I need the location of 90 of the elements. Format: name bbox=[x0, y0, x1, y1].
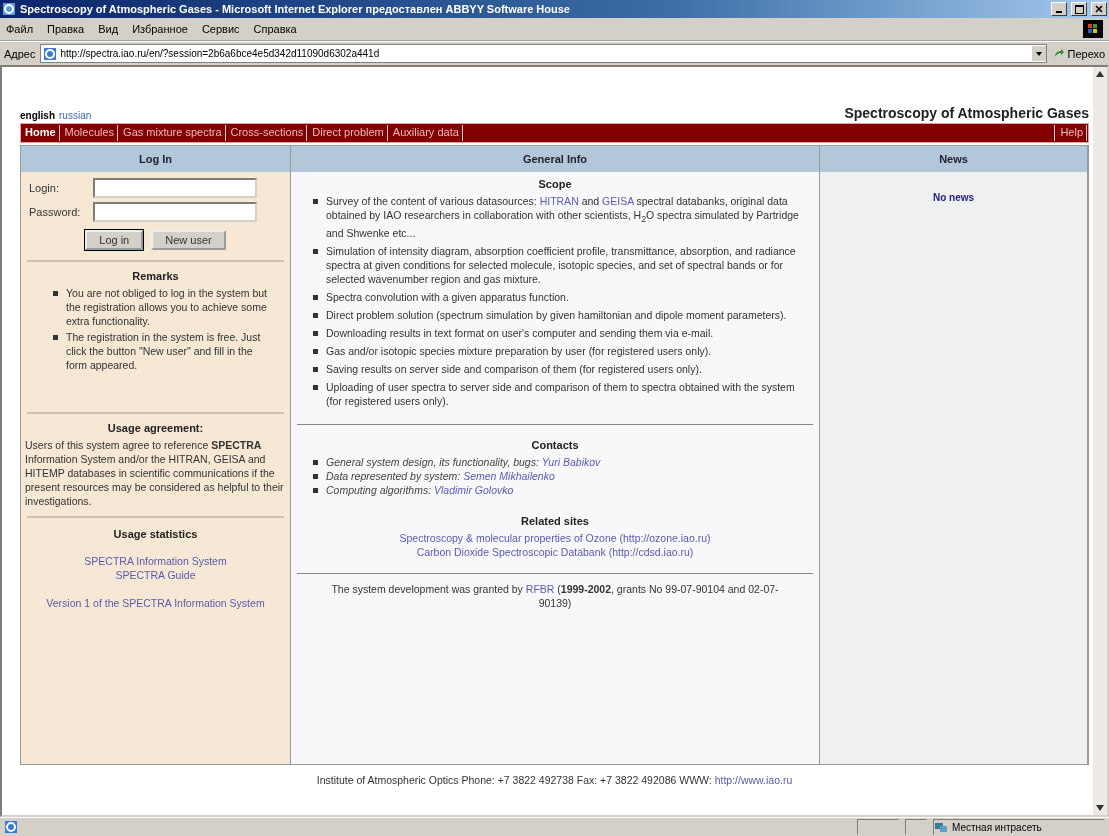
bullet-icon bbox=[313, 474, 318, 480]
contact-link[interactable]: Vladimir Golovko bbox=[433, 484, 514, 497]
address-label: Адрес bbox=[4, 47, 36, 60]
section-title: Related sites bbox=[521, 515, 589, 528]
form-button[interactable]: New user bbox=[151, 230, 226, 250]
link[interactable]: GEISA bbox=[602, 195, 634, 207]
contact-item: General system design, its functionality, bugs: Yuri Babikov bbox=[326, 455, 601, 470]
contact-item: Data represented by system: Semen Mikhailenko bbox=[326, 469, 555, 484]
bullet-icon bbox=[313, 199, 318, 204]
windows-logo-icon bbox=[1083, 20, 1103, 38]
link[interactable]: http://www.iao.ru bbox=[714, 774, 793, 786]
remark-item: The registration in the system is free. Just click the button "New user" and fill in the form appeared. bbox=[66, 330, 262, 372]
bullet-icon bbox=[313, 488, 318, 494]
language-link[interactable]: english bbox=[20, 110, 55, 121]
grant-text: The system development was granted by RFBR (1999-2002, grants No 99-07-90104 and 02-07-90139) bbox=[330, 582, 780, 611]
scope-item: Gas and/or isotopic species mixture preparation by user (for registered users only). bbox=[326, 344, 712, 359]
nav-tab[interactable]: Auxiliary data bbox=[389, 125, 463, 141]
menu-item[interactable]: Правка bbox=[47, 23, 85, 35]
section-title: Usage statistics bbox=[113, 528, 198, 540]
section-title: Usage agreement: bbox=[107, 422, 204, 434]
bullet-icon bbox=[313, 385, 318, 391]
bullet-icon bbox=[53, 291, 58, 296]
input-field[interactable] bbox=[93, 178, 257, 198]
column-header: Log In bbox=[21, 146, 290, 172]
scroll-up-icon[interactable] bbox=[1096, 71, 1104, 77]
bullet-icon bbox=[313, 249, 318, 255]
status-zone: Местная интрасеть bbox=[933, 819, 1105, 835]
nav-tab[interactable]: Gas mixture spectra bbox=[120, 125, 226, 141]
field-label: Login: bbox=[29, 182, 60, 194]
statistics-link[interactable]: Version 1 of the SPECTRA Information System bbox=[46, 596, 265, 610]
contact-link[interactable]: Yuri Babikov bbox=[541, 456, 601, 469]
scope-item: Saving results on server side and comparison of them (for registered users only). bbox=[326, 362, 702, 377]
menu-item[interactable]: Файл bbox=[6, 23, 34, 35]
bullet-icon bbox=[53, 335, 58, 340]
help-link[interactable]: Help bbox=[1057, 125, 1087, 141]
scope-item: Direct problem solution (spectrum simulation by given hamiltonian and dipole moment parameters). bbox=[326, 308, 787, 323]
scope-item: Spectra convolution with a given apparatus function. bbox=[326, 290, 569, 305]
bullet-icon bbox=[313, 331, 318, 337]
nav-tab[interactable]: Cross-sections bbox=[227, 125, 308, 141]
network-icon bbox=[934, 821, 948, 833]
go-button[interactable]: Перехо bbox=[1051, 47, 1105, 60]
language-link[interactable]: russian bbox=[59, 110, 92, 121]
nav-tab[interactable]: Direct problem bbox=[309, 125, 388, 141]
menu-item[interactable]: Избранное bbox=[132, 23, 188, 35]
scroll-down-icon[interactable] bbox=[1096, 805, 1104, 811]
link[interactable]: RFBR bbox=[525, 583, 555, 596]
bullet-icon bbox=[313, 313, 318, 319]
news-text: No news bbox=[932, 192, 975, 203]
related-site-link[interactable]: Carbon Dioxide Spectroscopic Databank (http://cdsd.iao.ru) bbox=[416, 545, 694, 560]
section-title: Remarks bbox=[132, 270, 179, 282]
form-button[interactable]: Log in bbox=[85, 230, 144, 250]
scope-item: Simulation of intensity diagram, absorption coefficient profile, transmittance, absorption, and radiance spectra at given conditions for selected molecule, isotopic species, and set of spectral bands or for selected wavenumber region and gas mixture. bbox=[326, 244, 797, 287]
maximize-icon bbox=[1074, 4, 1084, 14]
field-label: Password: bbox=[29, 206, 82, 218]
link[interactable]: HITRAN bbox=[539, 195, 579, 207]
bullet-icon bbox=[313, 349, 318, 355]
bullet-icon bbox=[313, 367, 318, 373]
column-header: General Info bbox=[291, 146, 819, 172]
menu-item[interactable]: Справка bbox=[253, 23, 297, 35]
minimize-button[interactable] bbox=[1051, 2, 1067, 16]
page-icon bbox=[42, 46, 57, 61]
maximize-button[interactable] bbox=[1071, 2, 1087, 16]
site-title: Spectroscopy of Atmospheric Gases bbox=[844, 105, 1089, 121]
scope-item: Survey of the content of various datasources: HITRAN and GEISA spectral databanks, original data obtained by IAO researchers in collaboration with other scientists, H$_{2}$O spectra simulated by Partridge and Shwenke etc... bbox=[326, 194, 800, 241]
statistics-link[interactable]: SPECTRA Information System bbox=[84, 554, 227, 568]
nav-tab[interactable]: Home bbox=[22, 125, 60, 141]
scope-item: Uploading of user spectra to server side and comparison of them to spectra obtained with the system (for registered users only). bbox=[326, 380, 796, 409]
related-site-link[interactable]: Spectroscopy & molecular properties of Ozone (http://ozone.iao.ru) bbox=[399, 531, 711, 546]
contact-link[interactable]: Semen Mikhailenko bbox=[463, 470, 555, 483]
window-title: Spectroscopy of Atmospheric Gases - Microsoft Internet Explorer предоставлен ABBYY Software House bbox=[20, 3, 571, 15]
close-icon bbox=[1095, 5, 1103, 13]
input-field[interactable] bbox=[93, 202, 257, 222]
scope-item: Downloading results in text format on user's computer and sending them via e-mail. bbox=[326, 326, 714, 341]
close-button[interactable] bbox=[1091, 2, 1107, 16]
agreement-text: Users of this system agree to reference SPECTRA Information System and/or the HITRAN, GEISA and HITEMP databases in scientific communications if the present resources may be considered as helpful to their investigations. bbox=[25, 438, 285, 508]
menu-item[interactable]: Сервис bbox=[201, 23, 240, 35]
page-icon bbox=[4, 820, 18, 834]
bullet-icon bbox=[313, 295, 318, 301]
address-field[interactable]: http://spectra.iao.ru/en/?session=2b6a6bce4e5d342d11090d6302a441d bbox=[39, 44, 1048, 63]
browser-icon bbox=[2, 2, 16, 16]
menu-item[interactable]: Вид bbox=[98, 23, 119, 35]
section-title: Scope bbox=[538, 178, 572, 190]
statistics-link[interactable]: SPECTRA Guide bbox=[115, 568, 196, 582]
column-header: News bbox=[820, 146, 1087, 172]
contact-item: Computing algorithms: Vladimir Golovko bbox=[326, 483, 514, 498]
bullet-icon bbox=[313, 460, 318, 466]
nav-tab[interactable]: Molecules bbox=[61, 125, 119, 141]
section-title: Contacts bbox=[531, 439, 579, 452]
remark-item: You are not obliged to log in the system but the registration allows you to achieve some extra functionality. bbox=[66, 286, 268, 328]
footer-text: Institute of Atmospheric Optics Phone: +7 3822 492738 Fax: +7 3822 492086 WWW: http://www.iao.ru bbox=[316, 773, 793, 787]
